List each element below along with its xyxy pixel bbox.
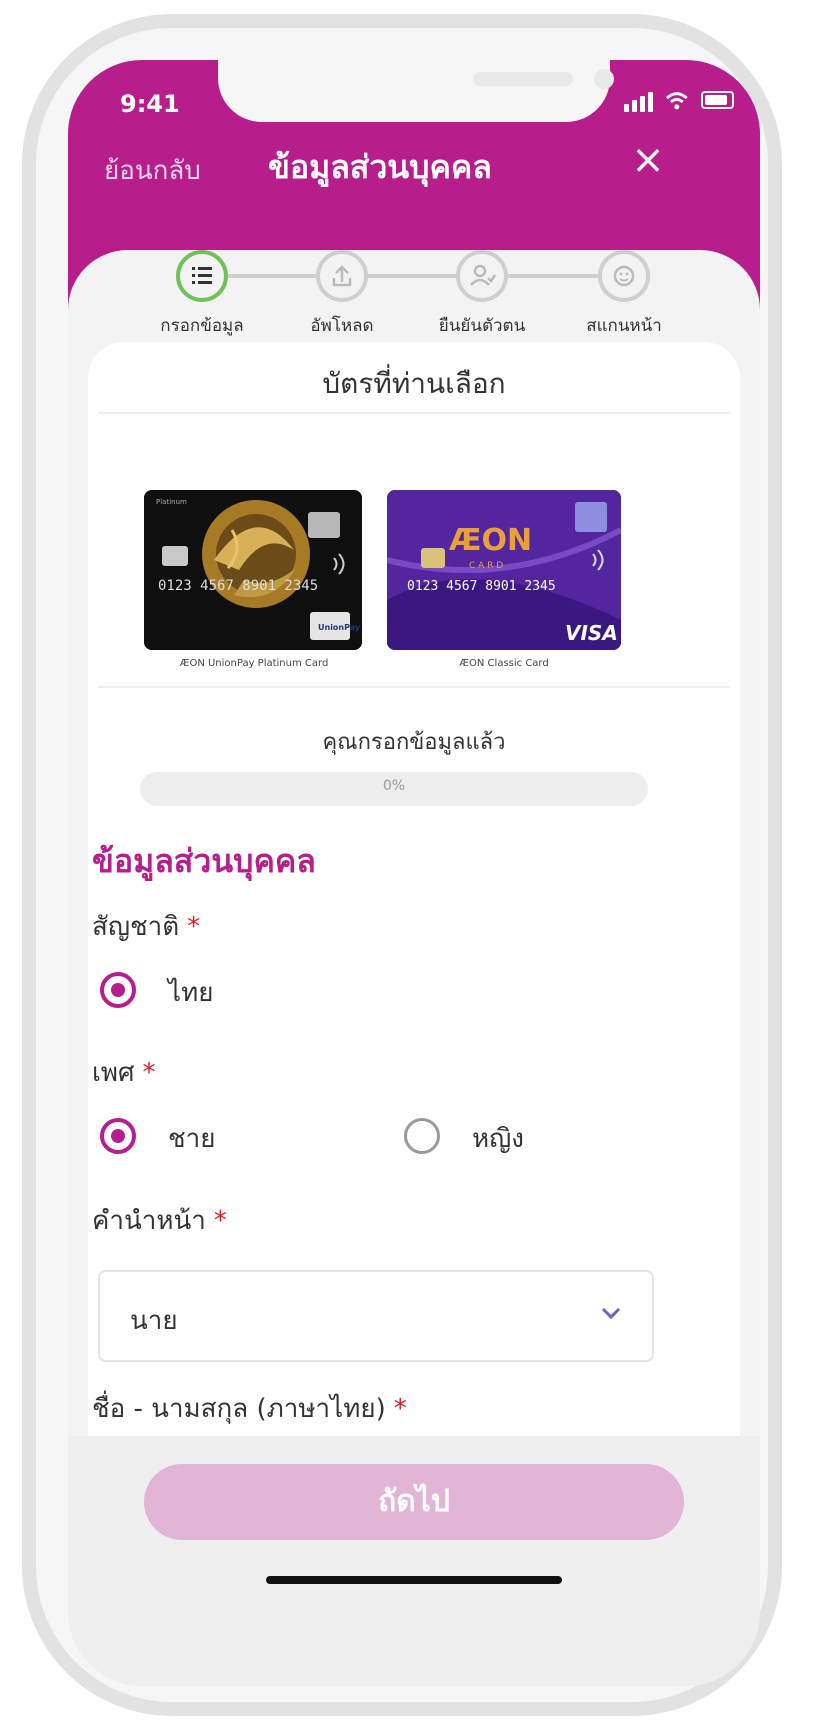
upload-icon [316,250,368,302]
step-label: ยืนยันตัวตน [438,316,526,336]
camera [594,69,614,89]
progress-percent: 0% [382,778,406,794]
verify-user-icon [456,250,508,302]
list-icon [176,250,228,302]
app-screen: 9:41 ย้อนกลับ ข้อมูลส่วนบุคคล × กรอกข้อม… [68,60,760,1686]
radio-label: ไทย [168,978,214,1008]
nationality-thai-radio[interactable] [100,972,136,1008]
platinum-card-art: Platinum 0123 4567 8901 2345 UnionPay [144,490,362,650]
next-button[interactable]: ถัดไป [144,1464,684,1540]
chosen-cards-title: บัตรที่ท่านเลือก [322,367,506,400]
divider [98,412,730,414]
footer: ถัดไป [68,1436,760,1686]
fullname-label: ชื่อ - นามสกุล (ภาษาไทย) * [92,1394,407,1424]
prefix-value: นาย [130,1306,178,1336]
status-icons [624,88,734,112]
card-unionpay-platinum: Platinum 0123 4567 8901 2345 UnionPay [144,490,362,650]
step-label: อัพโหลด [310,316,374,336]
notch [218,60,614,122]
face-scan-icon [598,250,650,302]
close-icon[interactable]: × [628,140,668,180]
back-button[interactable]: ย้อนกลับ [104,150,201,191]
home-indicator [266,1576,562,1584]
step-face-scan: สแกนหน้า [544,250,704,339]
wifi-icon [665,92,688,110]
svg-text:C A R D: C A R D [469,561,503,571]
step-fill-info: กรอกข้อมูล [122,250,282,339]
svg-text:VISA: VISA [565,621,618,645]
prefix-select[interactable]: นาย [98,1270,654,1362]
section-title: ข้อมูลส่วนบุคคล [92,842,316,880]
step-upload: อัพโหลด [262,250,422,339]
progress-label: คุณกรอกข้อมูลแล้ว [322,730,506,755]
svg-text:Platinum: Platinum [156,498,187,506]
divider [98,686,730,688]
speaker [473,72,573,86]
svg-text:0123 4567 8901 2345: 0123 4567 8901 2345 [158,578,318,594]
gender-female-radio[interactable] [404,1118,440,1154]
progress-bar: 0% [140,772,648,806]
chevron-down-icon [601,1307,621,1320]
page-title: ข้อมูลส่วนบุคคล [268,148,492,186]
gender-label: เพศ * [92,1058,156,1088]
radio-label: หญิง [472,1124,524,1154]
svg-text:0123 4567 8901 2345: 0123 4567 8901 2345 [407,579,556,594]
classic-card-art: ÆON C A R D 0123 4567 8901 2345 VISA [387,490,621,650]
card-classic: ÆON C A R D 0123 4567 8901 2345 VISA [387,490,621,650]
card-caption: ÆON Classic Card [459,658,549,669]
status-time: 9:41 [120,90,180,118]
radio-label: ชาย [168,1124,216,1154]
gender-male-radio[interactable] [100,1118,136,1154]
step-verify: ยืนยันตัวตน [402,250,562,339]
svg-text:UnionPay: UnionPay [318,623,361,632]
prefix-label: คำนำหน้า * [92,1206,227,1236]
svg-text:ÆON: ÆON [449,523,532,558]
signal-icon [624,90,653,112]
battery-icon [700,91,734,109]
step-label: สแกนหน้า [586,316,662,336]
nationality-label: สัญชาติ * [92,912,201,942]
step-label: กรอกข้อมูล [160,316,244,336]
card-caption: ÆON UnionPay Platinum Card [179,658,329,669]
